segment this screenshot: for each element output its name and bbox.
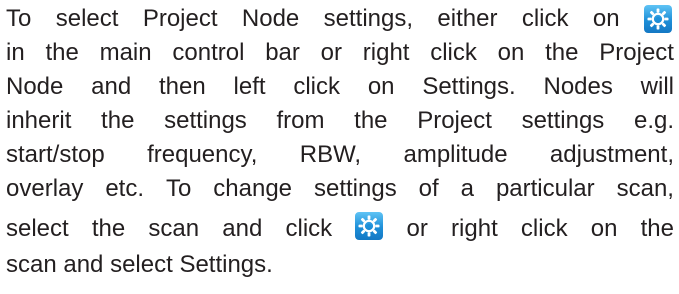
word: right [451, 215, 498, 242]
word: either [437, 5, 498, 32]
word: click [285, 215, 333, 242]
word: Nodes [543, 73, 613, 100]
text-line-4: inherit the settings from the Project se… [6, 106, 674, 136]
word: RBW, [299, 141, 362, 168]
word: Project [417, 107, 492, 134]
word: the [45, 39, 79, 66]
word: in [6, 39, 25, 66]
word: the [101, 107, 135, 134]
word: settings, [323, 5, 414, 32]
word: settings [164, 107, 247, 134]
word: the [640, 215, 674, 242]
word: then [159, 73, 206, 100]
word: inherit [6, 107, 72, 134]
gear-icon-glyph [647, 8, 669, 30]
word: a [460, 175, 474, 202]
last-line-text: scan and select Settings. [6, 251, 273, 278]
word: on [590, 215, 618, 242]
text-line-5: start/stop frequency, RBW, amplitude adj… [6, 140, 674, 170]
text-line-2: in the main control bar or right click o… [6, 38, 674, 68]
word: Project [142, 5, 218, 32]
text-line-7: select the scan and click or right click… [6, 212, 674, 244]
word: click [430, 39, 477, 66]
word: Settings. [422, 73, 516, 100]
word: Node [241, 5, 300, 32]
word: left [233, 73, 266, 100]
word: frequency, [147, 141, 258, 168]
word: and [91, 73, 132, 100]
word: of [418, 175, 439, 202]
word: change [213, 175, 293, 202]
word: To [6, 5, 32, 32]
word: etc. [105, 175, 145, 202]
text-line-3: Node and then left click on Settings. No… [6, 72, 674, 102]
word: scan, [616, 175, 674, 202]
word: click [293, 73, 341, 100]
word: To [165, 175, 192, 202]
word: select [6, 215, 69, 242]
word: control [172, 39, 245, 66]
text-line-1: To select Project Node settings, either … [6, 4, 674, 34]
word: the [91, 215, 126, 242]
word: on [497, 39, 525, 66]
word: select [55, 5, 119, 32]
word: click [521, 5, 569, 32]
word: on [592, 5, 620, 32]
word: particular [495, 175, 595, 202]
word: amplitude [403, 141, 508, 168]
gear-icon-glyph [358, 215, 380, 237]
word: settings [521, 107, 605, 134]
word: Project [599, 39, 674, 66]
word: start/stop [6, 141, 105, 168]
word: overlay [6, 175, 84, 202]
word: main [99, 39, 152, 66]
text-line-8: scan and select Settings. [6, 250, 674, 280]
text-line-6: overlay etc. To change settings of a par… [6, 174, 674, 204]
word: or [406, 215, 428, 242]
gear-icon [355, 212, 384, 240]
word: settings [313, 175, 397, 202]
word: or [320, 39, 342, 66]
word: bar [265, 39, 300, 66]
word: e.g. [633, 107, 674, 134]
word: on [367, 73, 395, 100]
word: will [640, 73, 674, 100]
gear-icon [643, 5, 672, 33]
word: adjustment, [549, 141, 674, 168]
word: and [222, 215, 263, 242]
word: the [545, 39, 579, 66]
word: click [520, 215, 568, 242]
word: from [276, 107, 325, 134]
word: the [354, 107, 388, 134]
word: scan [148, 215, 200, 242]
word: right [362, 39, 410, 66]
word: Node [6, 73, 64, 100]
